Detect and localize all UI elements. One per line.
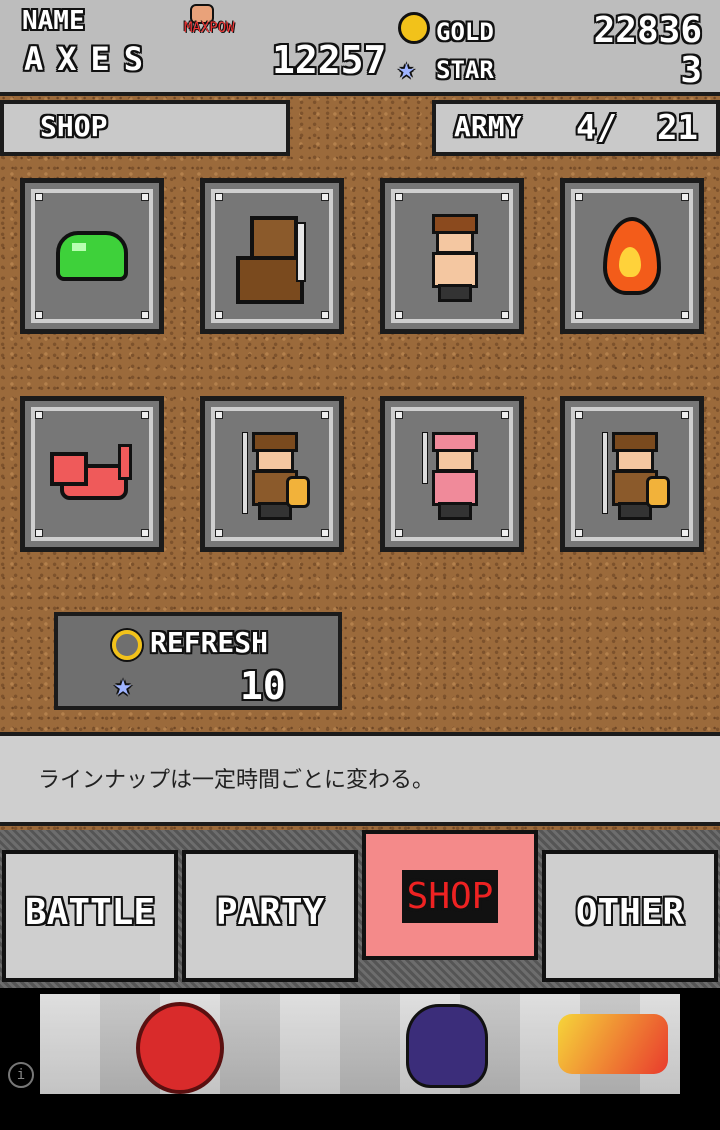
maxpow-value: 12257 — [272, 38, 387, 82]
tab-other[interactable]: OTHER — [542, 850, 718, 982]
gold-label: GOLD — [436, 18, 494, 46]
shop-slot-fire-spirit[interactable] — [560, 178, 704, 334]
tab-shop-label: SHOP — [402, 870, 498, 923]
shop-slot-spear-soldier-2[interactable] — [560, 396, 704, 552]
shop-slot-slime[interactable] — [20, 178, 164, 334]
refresh-icon — [112, 630, 142, 660]
soldier-icon — [238, 432, 310, 520]
army-count: 4/ — [576, 108, 617, 148]
tab-bar: BATTLE PARTY SHOP OTHER — [0, 830, 720, 988]
maxpow-label: MAXPOW — [184, 20, 235, 36]
status-header: NAME AXES MAXPOW 12257 GOLD ★ STAR 22836… — [0, 0, 720, 96]
player-name: AXES — [24, 40, 158, 78]
shop-slot-spear-soldier[interactable] — [200, 396, 344, 552]
star-icon: ★ — [114, 668, 133, 703]
pink-fighter-icon — [418, 432, 486, 520]
shop-slot-wolf-warrior[interactable] — [200, 178, 344, 334]
tab-party-label: PARTY — [215, 892, 325, 933]
ad-logo — [558, 1014, 668, 1074]
ad-banner[interactable] — [40, 994, 680, 1094]
message-box: ラインナップは一定時間ごとに変わる。 — [0, 732, 720, 826]
brawler-icon — [418, 214, 486, 302]
message-text: ラインナップは一定時間ごとに変わる。 — [38, 768, 435, 793]
army-max: 21 — [657, 108, 698, 148]
shop-slot-pink-fighter[interactable] — [380, 396, 524, 552]
slime-icon — [56, 231, 128, 281]
star-label: STAR — [436, 56, 494, 84]
refresh-button[interactable]: REFRESH ★ 10 — [54, 612, 342, 710]
army-label: ARMY — [454, 110, 522, 143]
ad-info-icon[interactable]: i — [8, 1062, 34, 1088]
refresh-cost: 10 — [240, 664, 286, 708]
star-value: 3 — [680, 50, 702, 91]
flame-icon — [603, 217, 661, 295]
tab-other-label: OTHER — [575, 892, 685, 933]
cat-icon — [50, 444, 134, 504]
refresh-label: REFRESH — [150, 626, 269, 659]
shop-title-plate: SHOP — [0, 100, 290, 156]
shop-slot-red-cat[interactable] — [20, 396, 164, 552]
gold-value: 22836 — [593, 10, 702, 51]
army-plate: ARMY 4/ 21 — [432, 100, 720, 156]
tab-shop[interactable]: SHOP — [362, 830, 538, 960]
tab-battle-label: BATTLE — [24, 892, 156, 933]
tab-battle[interactable]: BATTLE — [2, 850, 178, 982]
ad-demon-character-icon — [136, 1002, 224, 1094]
tab-party[interactable]: PARTY — [182, 850, 358, 982]
name-label: NAME — [22, 6, 85, 36]
shop-title: SHOP — [40, 110, 108, 143]
wolf-warrior-icon — [236, 212, 308, 304]
soldier-icon — [598, 432, 670, 520]
ad-ghost-character-icon — [406, 1004, 488, 1088]
shop-slot-brawler[interactable] — [380, 178, 524, 334]
star-icon: ★ — [398, 52, 415, 85]
gold-coin-icon — [398, 12, 430, 44]
